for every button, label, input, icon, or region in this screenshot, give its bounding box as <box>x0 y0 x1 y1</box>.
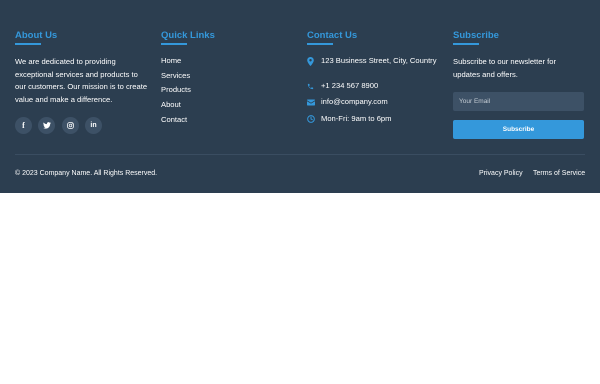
link-products[interactable]: Products <box>161 83 191 98</box>
contact-phone-text: +1 234 567 8900 <box>321 81 379 90</box>
instagram-glyph <box>67 122 74 129</box>
link-home[interactable]: Home <box>161 54 191 69</box>
contact-heading-underline <box>307 43 333 45</box>
facebook-icon[interactable]: f <box>15 117 32 134</box>
privacy-policy-link[interactable]: Privacy Policy <box>479 169 523 179</box>
link-contact[interactable]: Contact <box>161 113 191 128</box>
instagram-icon[interactable] <box>62 117 79 134</box>
newsletter-email-input[interactable] <box>453 92 584 111</box>
copyright-text: © 2023 Company Name. All Rights Reserved… <box>15 170 158 177</box>
facebook-glyph: f <box>22 121 25 130</box>
subscribe-heading: Subscribe <box>453 30 499 41</box>
map-marker-icon <box>307 57 314 66</box>
contact-email-text[interactable]: info@company.com <box>321 97 439 107</box>
about-text: We are dedicated to providing exceptiona… <box>15 57 148 104</box>
quick-links-list: Home Services Products About Contact <box>161 54 191 127</box>
quick-links-heading: Quick Links <box>161 30 215 41</box>
subscribe-text: Subscribe to our newsletter for updates … <box>453 57 556 79</box>
linkedin-glyph: in <box>90 122 97 129</box>
about-heading-underline <box>15 43 41 45</box>
twitter-icon[interactable] <box>38 117 55 134</box>
quick-links-heading-underline <box>161 43 187 45</box>
contact-address-text: 123 Business Street, City, Country <box>321 56 437 65</box>
site-footer: About Us We are dedicated to providing e… <box>0 0 600 193</box>
contact-hours-text: Mon-Fri: 9am to 6pm <box>321 114 392 123</box>
twitter-glyph <box>42 122 51 129</box>
footer-divider <box>15 154 585 155</box>
envelope-icon <box>307 99 315 106</box>
clock-icon <box>307 115 315 123</box>
about-heading: About Us <box>15 30 58 41</box>
contact-heading: Contact Us <box>307 30 358 41</box>
linkedin-icon[interactable]: in <box>85 117 102 134</box>
terms-of-service-link[interactable]: Terms of Service <box>533 169 585 179</box>
subscribe-button[interactable]: Subscribe <box>453 120 584 139</box>
link-about[interactable]: About <box>161 98 191 113</box>
subscribe-heading-underline <box>453 43 479 45</box>
phone-icon <box>307 83 314 90</box>
link-services[interactable]: Services <box>161 69 191 84</box>
